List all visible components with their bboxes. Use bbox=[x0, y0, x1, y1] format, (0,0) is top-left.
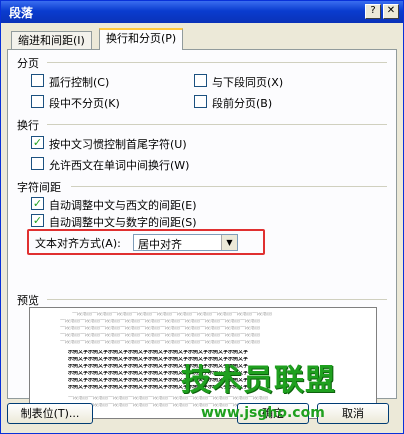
allow-latin-wrap-checkbox[interactable] bbox=[31, 157, 44, 170]
page-break-before-label: 段前分页(B) bbox=[212, 97, 273, 110]
preview-prev-line: 一段落前一段落前一段落前一段落前一段落前一段落前一段落前一段落前一段落前一段落前 bbox=[60, 340, 261, 345]
cancel-button[interactable]: 取消 bbox=[317, 403, 389, 424]
section-header-char-spacing: 字符间距 bbox=[17, 181, 61, 194]
section-header-pagination: 分页 bbox=[17, 57, 39, 70]
paragraph-dialog: 段落 ? ✕ 缩进和间距(I) 换行和分页(P) 分页 孤行控制(C) 与下段同… bbox=[0, 0, 404, 434]
divider bbox=[47, 124, 387, 125]
tab-indent-spacing[interactable]: 缩进和间距(I) bbox=[11, 31, 92, 49]
page-break-before-checkbox[interactable] bbox=[194, 95, 207, 108]
divider bbox=[47, 62, 387, 63]
text-alignment-value: 居中对齐 bbox=[138, 238, 182, 251]
preview-prev-line: 一段落前一段落前一段落前一段落前一段落前一段落前一段落前一段落前一段落前一段落前 bbox=[60, 333, 261, 338]
watermark-url: www.jsgho.com bbox=[201, 405, 325, 421]
checkmark-icon: ✓ bbox=[32, 214, 43, 227]
auto-space-asian-number-label: 自动调整中文与数字的间距(S) bbox=[49, 216, 197, 229]
auto-space-asian-number-checkbox[interactable]: ✓ bbox=[31, 214, 44, 227]
tab-label: 换行和分页(P) bbox=[106, 32, 177, 45]
widow-control-checkbox[interactable] bbox=[31, 74, 44, 87]
watermark-logo: 技术员联盟 bbox=[181, 363, 336, 398]
chinese-rules-checkbox[interactable]: ✓ bbox=[31, 136, 44, 149]
divider bbox=[47, 299, 387, 300]
keep-with-next-checkbox[interactable] bbox=[194, 74, 207, 87]
allow-latin-wrap-label: 允许西文在单词中间换行(W) bbox=[49, 159, 190, 172]
checkmark-icon: ✓ bbox=[32, 197, 43, 210]
keep-with-next-label: 与下段同页(X) bbox=[212, 76, 284, 89]
keep-lines-together-label: 段中不分页(K) bbox=[49, 97, 120, 110]
close-button[interactable]: ✕ bbox=[383, 4, 399, 19]
help-button[interactable]: ? bbox=[365, 4, 381, 19]
triangle-down-icon[interactable]: ▼ bbox=[221, 235, 237, 250]
tab-label: 缩进和间距(I) bbox=[18, 34, 85, 47]
divider bbox=[71, 186, 387, 187]
chinese-rules-label: 按中文习惯控制首尾字符(U) bbox=[49, 138, 187, 151]
preview-prev-line: 一段落前一段落前一段落前一段落前一段落前一段落前一段落前一段落前一段落前一段落前 bbox=[60, 319, 261, 324]
tab-stops-button[interactable]: 制表位(T)... bbox=[7, 403, 93, 424]
auto-space-asian-latin-label: 自动调整中文与西文的间距(E) bbox=[49, 199, 197, 212]
text-alignment-label: 文本对齐方式(A): bbox=[35, 237, 121, 250]
text-alignment-select[interactable]: 居中对齐 ▼ bbox=[133, 234, 238, 251]
window-title: 段落 bbox=[9, 6, 34, 20]
title-bar: 段落 ? ✕ bbox=[1, 1, 403, 23]
auto-space-asian-latin-checkbox[interactable]: ✓ bbox=[31, 197, 44, 210]
close-icon: ✕ bbox=[386, 5, 396, 16]
widow-control-label: 孤行控制(C) bbox=[49, 76, 110, 89]
preview-prev-line: 一段落前一段落前一段落前一段落前一段落前一段落前一段落前一段落前一段落前一段落前 bbox=[60, 326, 261, 331]
checkmark-icon: ✓ bbox=[32, 136, 43, 149]
keep-lines-together-checkbox[interactable] bbox=[31, 95, 44, 108]
tab-line-page-breaks[interactable]: 换行和分页(P) bbox=[99, 28, 184, 50]
section-header-preview: 预览 bbox=[17, 294, 39, 307]
preview-prev-line: 一段落前一段落前一段落前一段落前一段落前一段落前一段落前一段落前一段落前一段落前 bbox=[72, 312, 273, 317]
section-header-line-break: 换行 bbox=[17, 119, 39, 132]
question-icon: ? bbox=[370, 5, 376, 16]
